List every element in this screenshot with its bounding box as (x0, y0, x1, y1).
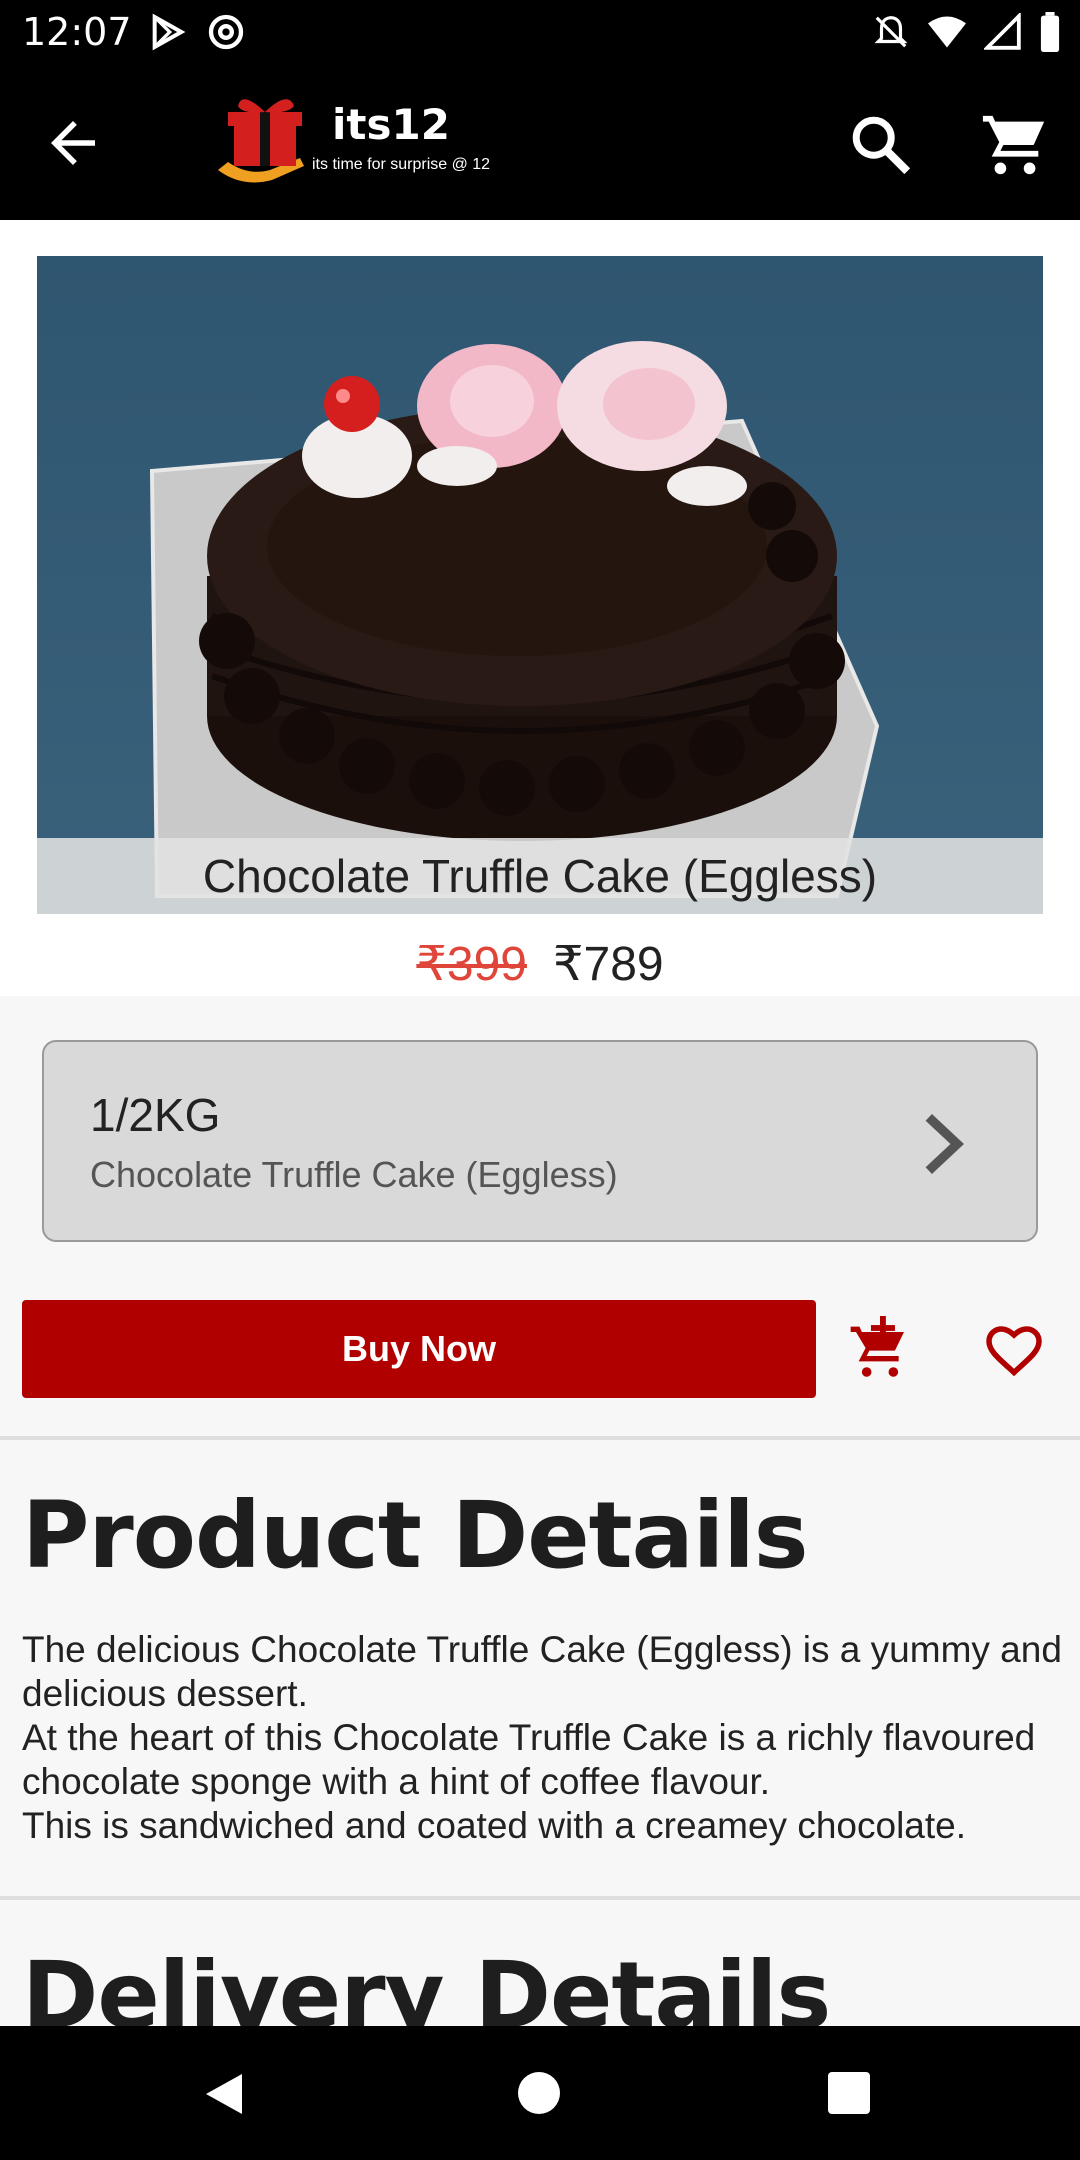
system-nav-bar (0, 2026, 1080, 2160)
play-store-icon (148, 12, 188, 57)
description-line: At the heart of this Chocolate Truffle C… (22, 1717, 1036, 1802)
data-saver-icon (206, 12, 246, 57)
description-line: The delicious Chocolate Truffle Cake (Eg… (22, 1629, 1062, 1714)
logo-title: its12 (332, 100, 450, 149)
variant-selector[interactable]: 1/2KG Chocolate Truffle Cake (Eggless) (42, 1040, 1038, 1242)
buy-now-button[interactable]: Buy Now (22, 1300, 816, 1398)
product-details-title: Product Details (22, 1482, 809, 1589)
search-icon[interactable] (846, 110, 916, 180)
delivery-details-title: Delivery Details (22, 1942, 831, 2026)
back-arrow-icon[interactable] (40, 110, 106, 176)
app-bar: its12 its time for surprise @ 12 (0, 66, 1080, 220)
variant-name: Chocolate Truffle Cake (Eggless) (90, 1154, 618, 1195)
notifications-off-icon (872, 13, 910, 56)
cart-icon[interactable] (980, 110, 1050, 180)
product-hero: Chocolate Truffle Cake (Eggless) (0, 220, 1080, 996)
nav-back-icon[interactable] (202, 2070, 246, 2123)
new-price: ₹789 (553, 938, 664, 991)
add-to-cart-icon[interactable] (848, 1316, 912, 1380)
product-page-content[interactable]: Chocolate Truffle Cake (Eggless) ₹399 ₹78… (0, 220, 1080, 2026)
wifi-icon (926, 13, 968, 56)
signal-icon (982, 11, 1022, 56)
status-time: 12:07 (22, 10, 132, 54)
battery-icon (1038, 12, 1062, 57)
nav-recents-icon[interactable] (828, 2072, 870, 2114)
product-image-caption: Chocolate Truffle Cake (Eggless) (37, 838, 1043, 914)
variant-size: 1/2KG (90, 1089, 221, 1141)
logo-tagline: its time for surprise @ 12 (312, 156, 491, 173)
old-price: ₹399 (416, 938, 527, 991)
description-line: This is sandwiched and coated with a cre… (22, 1805, 967, 1846)
product-image[interactable]: Chocolate Truffle Cake (Eggless) (37, 256, 1043, 914)
section-divider (0, 1436, 1080, 1440)
nav-home-icon[interactable] (518, 2072, 560, 2114)
product-description: The delicious Chocolate Truffle Cake (Eg… (22, 1628, 1062, 1848)
cake-illustration (149, 341, 880, 898)
chevron-right-icon (920, 1112, 966, 1176)
section-divider (0, 1896, 1080, 1900)
price-row: ₹399 ₹789 (0, 936, 1080, 992)
heart-icon[interactable] (984, 1320, 1044, 1380)
status-bar: 12:07 (0, 0, 1080, 66)
logo[interactable]: its12 its time for surprise @ 12 (210, 86, 500, 206)
